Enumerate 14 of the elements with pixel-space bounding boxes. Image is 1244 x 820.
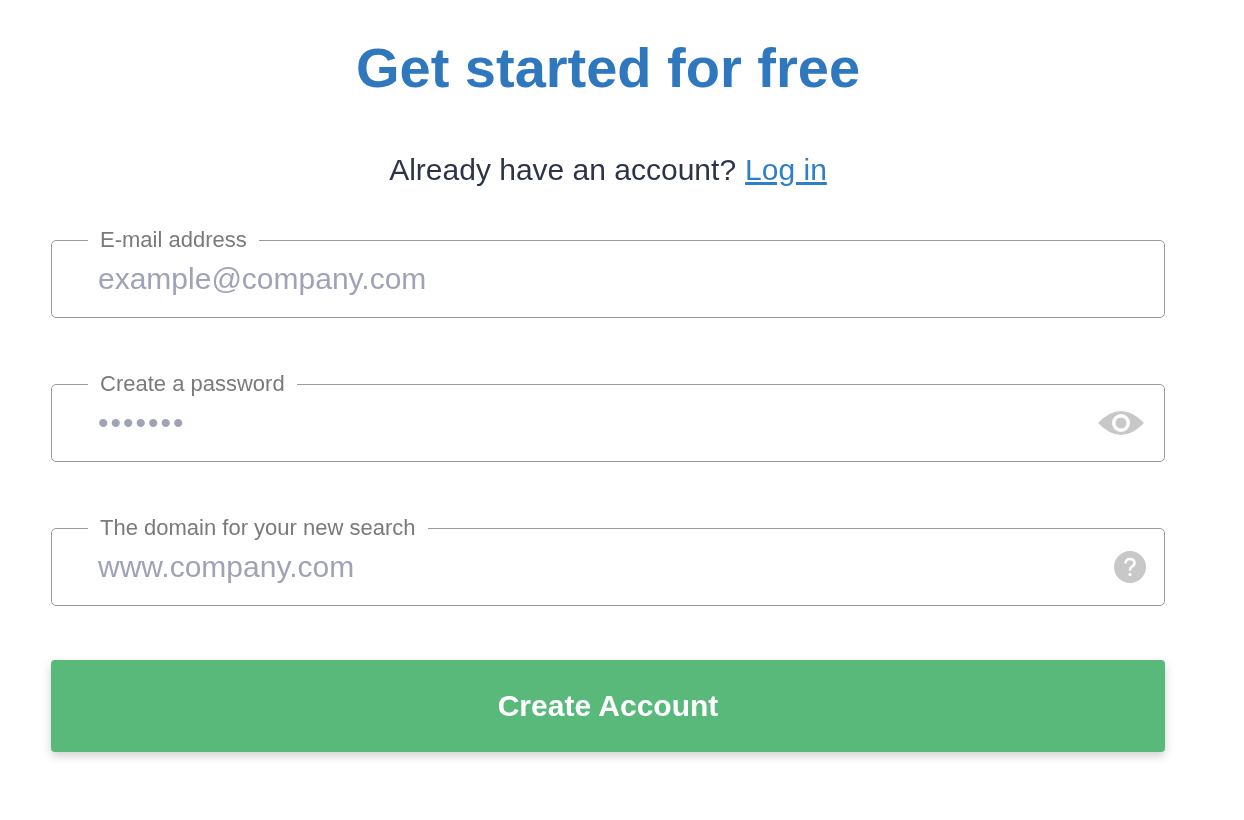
input-field[interactable]: www.company.com <box>98 549 1114 584</box>
text-field[interactable]: Create a password ••••••• <box>51 372 1165 462</box>
help-icon[interactable] <box>1114 550 1146 583</box>
field-label: Create a password <box>99 372 286 396</box>
field-label: E-mail address <box>99 228 248 252</box>
create-account-button[interactable]: Create Account <box>51 660 1165 752</box>
text-field[interactable]: The domain for your new search www.company.com <box>51 516 1165 606</box>
login-link[interactable]: Log in <box>745 152 827 188</box>
text-field[interactable]: E-mail address example@company.com <box>51 228 1165 318</box>
page-title: Get started for free <box>354 36 862 100</box>
login-prompt: Already have an account? <box>389 152 737 188</box>
input-field[interactable]: example@company.com <box>98 261 1146 296</box>
field-label: The domain for your new search <box>99 516 417 540</box>
input-field[interactable]: ••••••• <box>98 405 1096 440</box>
